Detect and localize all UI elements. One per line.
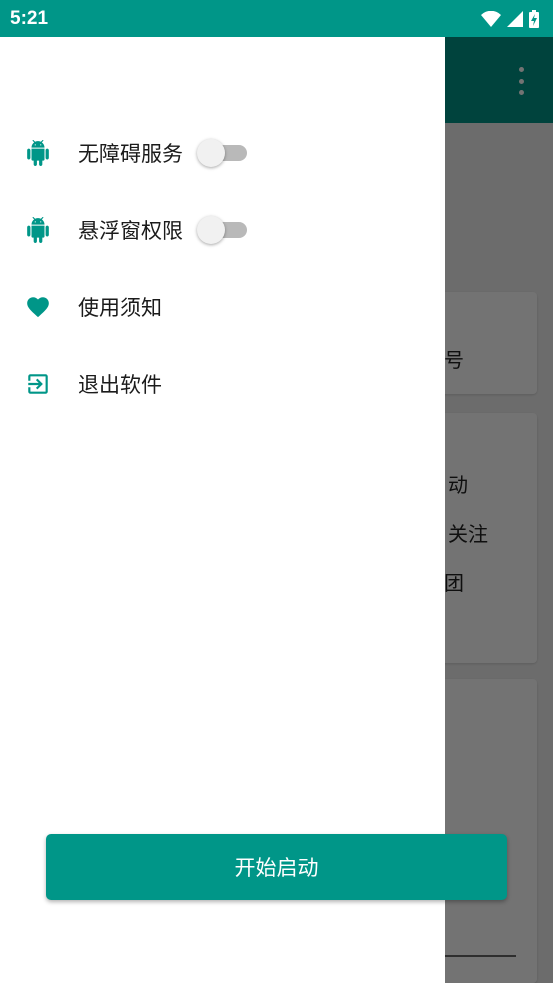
status-icons <box>481 9 539 28</box>
wifi-icon <box>481 10 501 27</box>
signal-icon <box>507 10 523 27</box>
menu-item-label: 悬浮窗权限 <box>78 219 183 243</box>
menu-item-overlay-permission[interactable]: 悬浮窗权限 <box>0 204 445 254</box>
android-icon <box>25 140 51 166</box>
overlay-permission-switch[interactable] <box>197 216 249 244</box>
menu-item-usage-notice[interactable]: 使用须知 <box>0 281 445 331</box>
status-bar: 5:21 <box>0 0 553 37</box>
menu-item-accessibility[interactable]: 无障碍服务 <box>0 127 445 177</box>
switch-thumb <box>197 216 225 244</box>
menu-item-exit[interactable]: 退出软件 <box>0 358 445 408</box>
android-icon <box>25 217 51 243</box>
menu-item-label: 无障碍服务 <box>78 142 183 166</box>
start-button[interactable]: 开始启动 <box>46 834 507 900</box>
heart-icon <box>25 294 51 320</box>
menu-item-label: 退出软件 <box>78 373 162 397</box>
battery-charging-icon <box>529 9 539 28</box>
accessibility-switch[interactable] <box>197 139 249 167</box>
status-time: 5:21 <box>10 7 49 29</box>
switch-thumb <box>197 139 225 167</box>
menu-item-label: 使用须知 <box>78 296 162 320</box>
exit-icon <box>25 371 51 397</box>
